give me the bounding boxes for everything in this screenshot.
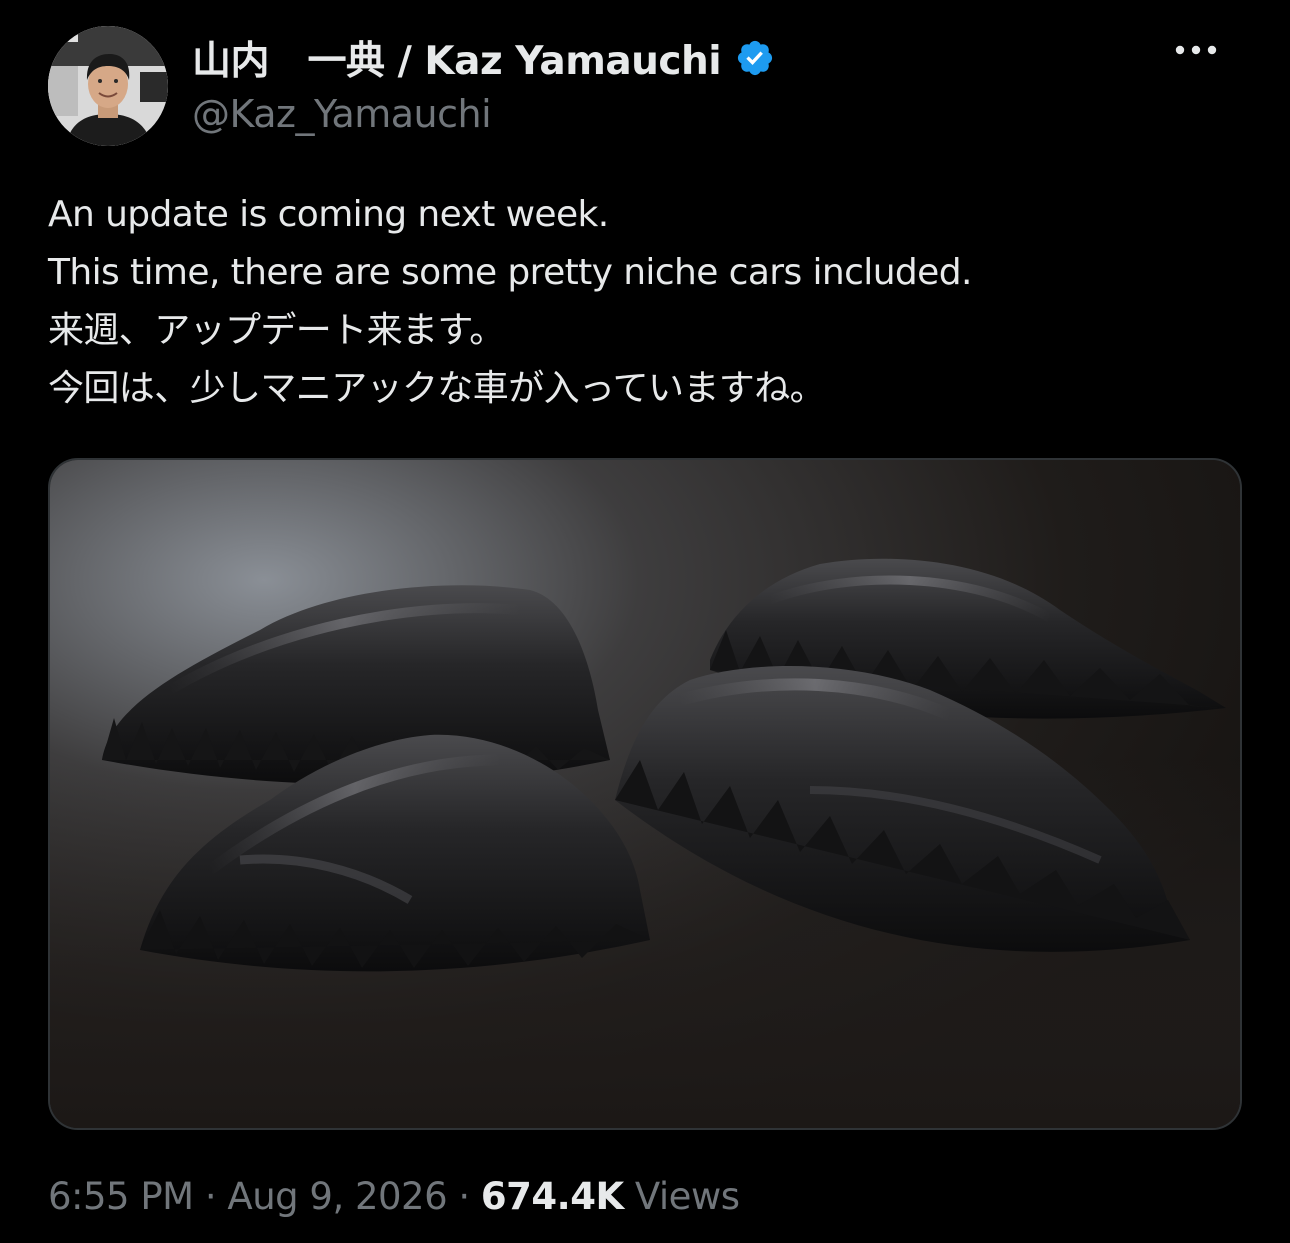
author-name-row: 山内 一典 / Kaz Yamauchi: [192, 30, 775, 86]
tweet-text-line: An update is coming next week.: [48, 194, 609, 235]
more-options-button[interactable]: [1168, 28, 1224, 72]
meta-separator: ·: [447, 1174, 481, 1218]
tweet-time[interactable]: 6:55 PM: [48, 1175, 194, 1218]
verified-badge-icon[interactable]: [735, 38, 775, 78]
tweet-text-line: 来週、アップデート来ます。: [48, 310, 505, 351]
author-avatar[interactable]: [48, 26, 168, 146]
avatar-photo: [48, 26, 168, 146]
views-label: Views: [623, 1174, 740, 1218]
tweet-text-line: 今回は、少しマニアックな車が入っていますね。: [48, 368, 826, 409]
covered-cars-image: [50, 460, 1240, 1128]
tweet-date[interactable]: Aug 9, 2026: [227, 1175, 447, 1218]
tweet: 山内 一典 / Kaz Yamauchi @Kaz_Yamauchi An up…: [0, 0, 1290, 1243]
more-horizontal-icon: [1175, 45, 1217, 55]
meta-separator: ·: [193, 1174, 228, 1218]
tweet-meta: 6:55 PM · Aug 9, 2026 · 674.4K Views: [48, 1166, 740, 1226]
tweet-media-image[interactable]: [48, 458, 1242, 1130]
author-handle[interactable]: @Kaz_Yamauchi: [192, 92, 492, 136]
author-display-name[interactable]: 山内 一典 / Kaz Yamauchi: [192, 30, 722, 86]
views-count: 674.4K: [480, 1174, 624, 1218]
tweet-text-line: This time, there are some pretty niche c…: [48, 252, 972, 293]
tweet-text: An update is coming next week. This time…: [48, 186, 1248, 418]
